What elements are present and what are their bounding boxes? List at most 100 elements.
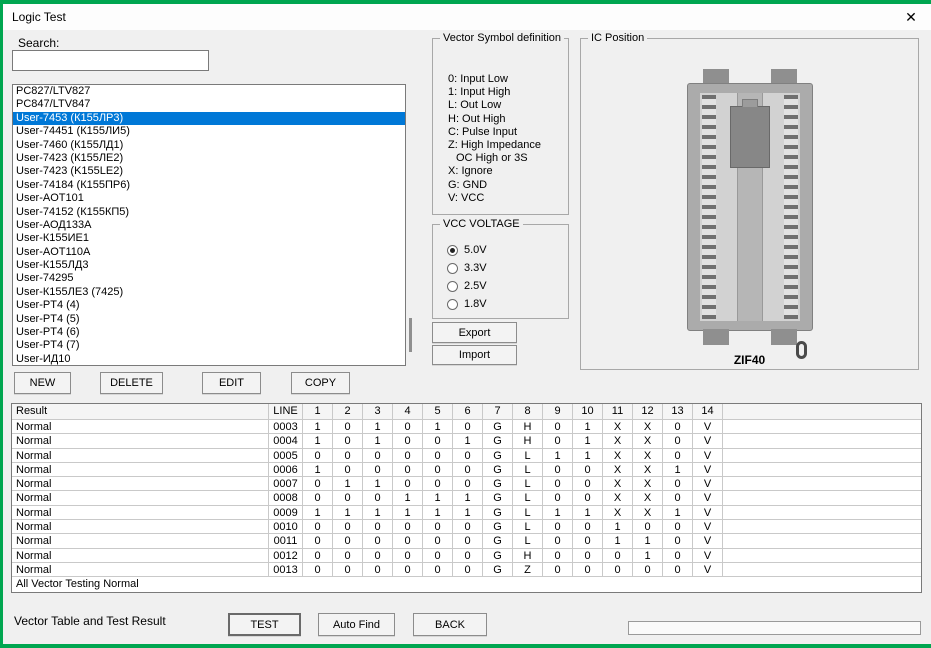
vector-cell: 0 [393,520,423,534]
list-item[interactable]: User-PT4 (4) [13,299,405,312]
vector-cell: 0 [363,463,393,477]
result-row[interactable]: Normal0008000111GL00XX0V [12,491,921,505]
search-input[interactable] [12,50,209,71]
result-row[interactable]: Normal0012000000GH00010V [12,549,921,563]
list-item[interactable]: User-AOT101 [13,192,405,205]
auto-find-button[interactable]: Auto Find [318,613,395,636]
list-item[interactable]: User-74295 [13,272,405,285]
filler-cell [723,420,921,434]
vector-cell: 1 [633,534,663,548]
zif-socket [685,69,815,345]
vector-cell: 1 [393,491,423,505]
radio-icon[interactable] [447,299,458,310]
back-button[interactable]: BACK [413,613,487,636]
socket-pin-row-left [702,95,716,319]
vcc-option-5-0V[interactable]: 5.0V [447,241,564,259]
vector-cell: G [483,563,513,577]
vector-cell: 0 [543,463,573,477]
list-item[interactable]: User-7423 (К155ЛЕ2) [13,152,405,165]
result-row[interactable]: Normal0011000000GL00110V [12,534,921,548]
list-item[interactable]: User-ИД10 [13,353,405,366]
vector-cell: 0 [663,477,693,491]
list-item[interactable]: User-74152 (К155КП5) [13,206,405,219]
list-item[interactable]: User-PT4 (6) [13,326,405,339]
result-row[interactable]: Normal0007011000GL00XX0V [12,477,921,491]
list-item[interactable]: PC847/LTV847 [13,98,405,111]
vector-cell: V [693,549,723,563]
result-row[interactable]: Normal0004101001GH01XX0V [12,434,921,448]
vector-cell: 0 [663,520,693,534]
vector-cell: 1 [573,506,603,520]
vector-cell: 0 [573,491,603,505]
table-footer-text: All Vector Testing Normal [12,577,921,591]
vector-cell: X [633,463,663,477]
vector-cell: 1 [573,420,603,434]
vector-cell: 0 [333,534,363,548]
vector-cell: G [483,463,513,477]
column-header: Result [12,404,269,420]
list-item[interactable]: User-К155ЛД3 [13,259,405,272]
line-cell: 0012 [269,549,303,563]
result-row[interactable]: Normal0006100000GL00XX1V [12,463,921,477]
vcc-option-1-8V[interactable]: 1.8V [447,295,564,313]
vector-cell: V [693,477,723,491]
vector-cell: 1 [393,506,423,520]
vector-cell: 0 [333,420,363,434]
radio-icon[interactable] [447,245,458,256]
vector-cell: 1 [363,434,393,448]
vector-cell: X [603,463,633,477]
vector-cell: 0 [543,534,573,548]
vector-cell: G [483,491,513,505]
vector-cell: X [603,434,633,448]
vector-cell: 0 [453,463,483,477]
list-item[interactable]: User-К155ИЕ1 [13,232,405,245]
vector-cell: 0 [543,434,573,448]
vector-cell: 0 [573,477,603,491]
vector-cell: 0 [303,563,333,577]
list-item[interactable]: PC827/LTV827 [13,85,405,98]
result-row[interactable]: Normal0010000000GL00100V [12,520,921,534]
vector-cell: 0 [423,549,453,563]
new-button[interactable]: NEW [14,372,71,394]
list-item[interactable]: User-74451 (К155ЛИ5) [13,125,405,138]
export-button[interactable]: Export [432,322,517,343]
delete-button[interactable]: DELETE [100,372,163,394]
list-item[interactable]: User-74184 (К155ПР6) [13,179,405,192]
close-icon[interactable]: ✕ [901,7,921,27]
result-row[interactable]: Normal0003101010GH01XX0V [12,420,921,434]
vcc-option-2-5V[interactable]: 2.5V [447,277,564,295]
test-button[interactable]: TEST [228,613,301,636]
vector-cell: 0 [303,477,333,491]
vcc-option-label: 3.3V [464,262,487,274]
list-item[interactable]: User-AOT110A [13,246,405,259]
copy-button[interactable]: COPY [291,372,350,394]
result-row[interactable]: Normal0009111111GL11XX1V [12,506,921,520]
list-item[interactable]: User-PT4 (5) [13,313,405,326]
result-row[interactable]: Normal0005000000GL11XX0V [12,449,921,463]
device-list[interactable]: PC827/LTV827PC847/LTV847User-7453 (К155Л… [12,84,406,366]
edit-button[interactable]: EDIT [202,372,261,394]
result-row[interactable]: Normal0013000000GZ00000V [12,563,921,577]
socket-label: ZIF40 [734,353,765,367]
vector-cell: 0 [573,563,603,577]
vector-cell: 0 [423,434,453,448]
list-item[interactable]: User-7423 (K155LE2) [13,165,405,178]
import-button[interactable]: Import [432,345,517,365]
vector-symbol-line: Z: High Impedance [448,139,564,152]
vector-symbol-line: C: Pulse Input [448,126,564,139]
title-bar: Logic Test ✕ [3,4,931,30]
list-scrollbar-thumb[interactable] [409,318,412,352]
radio-icon[interactable] [447,263,458,274]
list-item[interactable]: User-7453 (К155ЛР3) [13,112,405,125]
result-cell: Normal [12,420,269,434]
list-item[interactable]: User-7460 (К155ЛД1) [13,139,405,152]
list-item[interactable]: User-PT4 (7) [13,339,405,352]
column-header: 12 [633,404,663,420]
vector-cell: X [603,449,633,463]
vcc-option-3-3V[interactable]: 3.3V [447,259,564,277]
list-item[interactable]: User-К155ЛЕ3 (7425) [13,286,405,299]
vector-cell: 1 [603,520,633,534]
list-item[interactable]: User-АОД133А [13,219,405,232]
radio-icon[interactable] [447,281,458,292]
vector-cell: 0 [393,420,423,434]
